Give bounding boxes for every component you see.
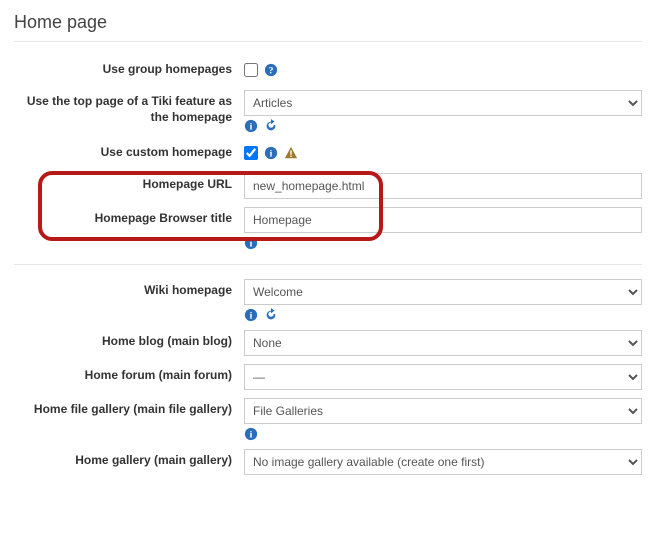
info-icon[interactable]: i	[244, 308, 258, 322]
label-home-file-gallery: Home file gallery (main file gallery)	[14, 398, 244, 418]
info-icon[interactable]: i	[244, 427, 258, 441]
row-home-gallery: Home gallery (main gallery) No image gal…	[14, 449, 642, 475]
label-home-blog: Home blog (main blog)	[14, 330, 244, 350]
warning-icon[interactable]	[284, 146, 298, 160]
info-icon[interactable]: i	[244, 119, 258, 133]
svg-text:i: i	[270, 149, 273, 160]
select-home-file-gallery[interactable]: File Galleries	[244, 398, 642, 424]
input-homepage-url[interactable]	[244, 173, 642, 199]
reset-icon[interactable]	[264, 119, 278, 133]
row-homepage-browser-title: Homepage Browser title i	[14, 207, 642, 250]
page-title: Home page	[14, 8, 642, 42]
svg-text:i: i	[250, 239, 253, 250]
row-homepage-url: Homepage URL	[14, 173, 642, 199]
row-home-blog: Home blog (main blog) None	[14, 330, 642, 356]
label-homepage-browser-title: Homepage Browser title	[14, 207, 244, 227]
label-use-group-homepages: Use group homepages	[14, 58, 244, 78]
select-home-forum[interactable]: —	[244, 364, 642, 390]
info-icon[interactable]: i	[264, 146, 278, 160]
checkbox-use-custom-homepage[interactable]	[244, 146, 258, 160]
label-home-forum: Home forum (main forum)	[14, 364, 244, 384]
select-tiki-feature-top[interactable]: Articles	[244, 90, 642, 116]
label-tiki-feature-top: Use the top page of a Tiki feature as th…	[14, 90, 244, 125]
svg-text:i: i	[250, 430, 253, 441]
svg-text:?: ?	[269, 66, 274, 77]
label-home-gallery: Home gallery (main gallery)	[14, 449, 244, 469]
select-home-blog[interactable]: None	[244, 330, 642, 356]
svg-text:i: i	[250, 122, 253, 133]
row-home-forum: Home forum (main forum) —	[14, 364, 642, 390]
reset-icon[interactable]	[264, 308, 278, 322]
checkbox-use-group-homepages[interactable]	[244, 63, 258, 77]
row-use-custom-homepage: Use custom homepage i	[14, 141, 642, 165]
select-wiki-homepage[interactable]: Welcome	[244, 279, 642, 305]
svg-text:i: i	[250, 311, 253, 322]
row-tiki-feature-top: Use the top page of a Tiki feature as th…	[14, 90, 642, 133]
select-home-gallery[interactable]: No image gallery available (create one f…	[244, 449, 642, 475]
form-area: Use group homepages ? Use the top page o…	[14, 58, 642, 475]
label-homepage-url: Homepage URL	[14, 173, 244, 193]
label-use-custom-homepage: Use custom homepage	[14, 141, 244, 161]
divider	[14, 264, 642, 265]
info-icon[interactable]: i	[244, 236, 258, 250]
input-homepage-browser-title[interactable]	[244, 207, 642, 233]
row-home-file-gallery: Home file gallery (main file gallery) Fi…	[14, 398, 642, 441]
row-use-group-homepages: Use group homepages ?	[14, 58, 642, 82]
row-wiki-homepage: Wiki homepage Welcome i	[14, 279, 642, 322]
help-icon[interactable]: ?	[264, 63, 278, 77]
label-wiki-homepage: Wiki homepage	[14, 279, 244, 299]
